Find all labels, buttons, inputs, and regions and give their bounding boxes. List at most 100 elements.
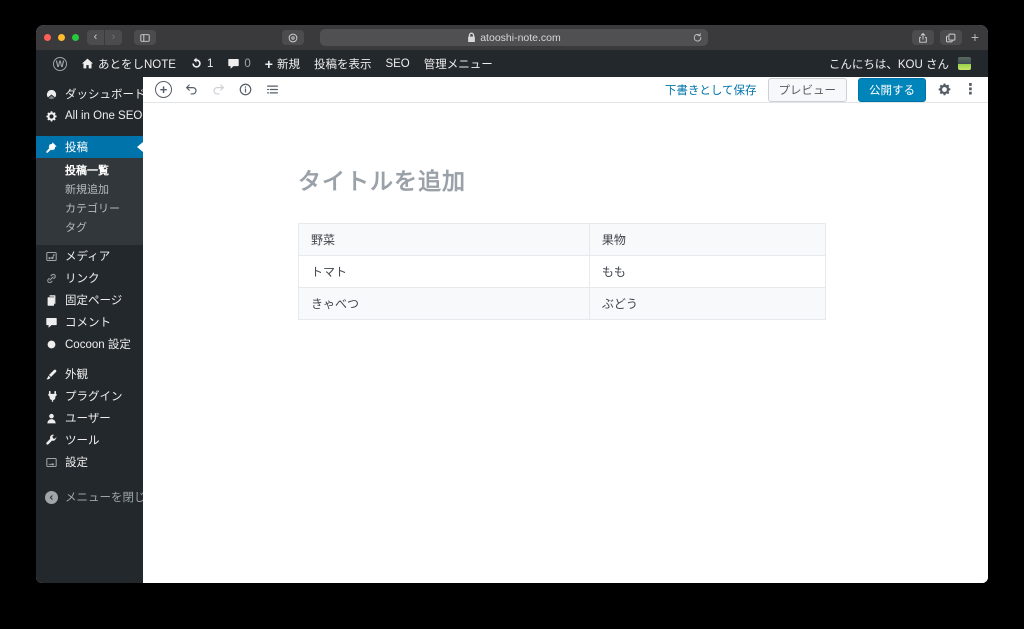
dashboard-icon bbox=[46, 89, 57, 99]
comments-menu[interactable]: 0 bbox=[220, 50, 257, 77]
admin-menu-menu[interactable]: 管理メニュー bbox=[417, 50, 500, 77]
sidebar-label: 投稿 bbox=[65, 142, 88, 154]
submenu-item-tags[interactable]: タグ bbox=[36, 219, 143, 238]
collapse-menu-button[interactable]: メニューを閉じる bbox=[36, 486, 143, 508]
sidebar-item-links[interactable]: リンク bbox=[36, 267, 143, 289]
collapse-menu-label: メニューを閉じる bbox=[65, 492, 143, 504]
reload-button[interactable] bbox=[692, 32, 703, 46]
sidebar-item-media[interactable]: メディア bbox=[36, 245, 143, 267]
sidebar-item-users[interactable]: ユーザー bbox=[36, 407, 143, 429]
seo-label: SEO bbox=[385, 57, 410, 70]
avatar bbox=[958, 57, 971, 70]
updates-count: 1 bbox=[206, 57, 214, 70]
extension-icon bbox=[288, 33, 298, 42]
sidebar-item-posts[interactable]: 投稿 bbox=[36, 136, 143, 158]
forward-icon: › bbox=[111, 31, 116, 43]
plugin-icon bbox=[48, 390, 57, 402]
lock-icon bbox=[468, 32, 476, 42]
table-cell[interactable]: きゃべつ bbox=[298, 287, 590, 320]
close-window-button[interactable] bbox=[44, 34, 51, 41]
sidebar-item-appearance[interactable]: 外観 bbox=[36, 363, 143, 385]
sidebar-item-dashboard[interactable]: ダッシュボード bbox=[36, 83, 143, 105]
reload-icon bbox=[693, 32, 702, 41]
sidebar-item-tools[interactable]: ツール bbox=[36, 429, 143, 451]
preview-button[interactable]: プレビュー bbox=[767, 77, 847, 102]
comment-icon bbox=[46, 317, 57, 328]
browser-toolbar: ‹ › atooshi-note.com + bbox=[36, 25, 988, 50]
paintbrush-icon bbox=[46, 369, 57, 379]
my-account-menu[interactable]: こんにちは、KOU さん bbox=[822, 50, 978, 77]
sidebar-item-all-in-one-seo[interactable]: All in One SEO bbox=[36, 105, 143, 127]
redo-button[interactable] bbox=[211, 82, 226, 97]
settings-icon bbox=[46, 457, 57, 467]
url-text: atooshi-note.com bbox=[480, 31, 561, 44]
sidebar-item-cocoon-settings[interactable]: Cocoon 設定 bbox=[36, 333, 143, 355]
more-options-button[interactable]: ⋮ bbox=[963, 82, 978, 97]
sidebar-label: 設定 bbox=[65, 457, 88, 469]
zoom-window-button[interactable] bbox=[72, 34, 79, 41]
table-header-cell[interactable]: 野菜 bbox=[298, 223, 590, 256]
sidebar-label: プラグイン bbox=[65, 391, 123, 403]
block-navigation-button[interactable] bbox=[265, 82, 280, 97]
editor-gear-icon bbox=[938, 83, 951, 96]
sidebar-item-settings[interactable]: 設定 bbox=[36, 451, 143, 473]
table-block[interactable]: 野菜 果物 トマト もも きゃべつ ぶどう bbox=[298, 223, 827, 320]
share-button[interactable] bbox=[912, 30, 934, 45]
sidebar-item-comments[interactable]: コメント bbox=[36, 311, 143, 333]
table-cell[interactable]: ぶどう bbox=[588, 287, 827, 320]
sidebar-label: ツール bbox=[65, 435, 100, 447]
traffic-lights bbox=[44, 34, 79, 41]
updates-menu[interactable]: 1 bbox=[183, 50, 220, 77]
browser-right-tools: + bbox=[912, 30, 982, 45]
table-row: トマト もも bbox=[298, 255, 827, 288]
table-header-row: 野菜 果物 bbox=[298, 223, 827, 256]
table-cell[interactable]: トマト bbox=[298, 255, 590, 288]
new-label: 新規 bbox=[276, 58, 300, 71]
outline-list-icon bbox=[267, 85, 278, 94]
greeting-text: こんにちは、KOU さん bbox=[828, 58, 949, 71]
save-draft-button[interactable]: 下書きとして保存 bbox=[665, 82, 757, 98]
circle-icon bbox=[47, 340, 56, 348]
publish-button[interactable]: 公開する bbox=[858, 77, 926, 102]
wp-letter: W bbox=[55, 58, 65, 69]
view-post-menu[interactable]: 投稿を表示 bbox=[307, 50, 379, 77]
site-name-menu[interactable]: あとをしNOTE bbox=[74, 50, 183, 77]
post-title-input[interactable]: タイトルを追加 bbox=[298, 162, 826, 196]
submenu-item-categories[interactable]: カテゴリー bbox=[36, 200, 143, 219]
table-cell[interactable]: もも bbox=[588, 255, 827, 288]
editor-canvas[interactable]: タイトルを追加 野菜 果物 トマト もも きゃべつ ぶどう bbox=[143, 103, 988, 583]
table-header-cell[interactable]: 果物 bbox=[588, 223, 827, 256]
editor-header-left: + bbox=[155, 81, 280, 98]
content-structure-button[interactable] bbox=[238, 82, 253, 97]
pushpin-icon bbox=[46, 141, 57, 153]
block-inserter-button[interactable]: + bbox=[155, 81, 172, 98]
posts-submenu: 投稿一覧 新規追加 カテゴリー タグ bbox=[36, 158, 143, 245]
table-row: きゃべつ ぶどう bbox=[298, 287, 827, 320]
new-tab-button[interactable]: + bbox=[968, 30, 982, 45]
wp-logo-menu[interactable]: W bbox=[46, 50, 74, 77]
sidebar-label: メディア bbox=[65, 251, 111, 263]
forward-button[interactable]: › bbox=[105, 30, 122, 45]
site-name: あとをしNOTE bbox=[98, 58, 176, 71]
sidebar-toggle-button[interactable] bbox=[134, 30, 156, 45]
collapse-arrow-icon bbox=[45, 490, 58, 504]
tabs-overview-button[interactable] bbox=[940, 30, 962, 45]
wp-sidebar-menu: ダッシュボード All in One SEO 投稿 投稿一覧 新規追加 カテゴリ… bbox=[36, 77, 143, 583]
undo-button[interactable] bbox=[184, 82, 199, 97]
redo-icon bbox=[213, 84, 224, 95]
settings-sidebar-button[interactable] bbox=[937, 82, 952, 97]
back-button[interactable]: ‹ bbox=[87, 30, 104, 45]
sidebar-item-plugins[interactable]: プラグイン bbox=[36, 385, 143, 407]
address-bar[interactable]: atooshi-note.com bbox=[320, 29, 708, 46]
minimize-window-button[interactable] bbox=[58, 34, 65, 41]
new-content-menu[interactable]: + 新規 bbox=[258, 50, 307, 77]
sidebar-label: リンク bbox=[65, 273, 100, 285]
sidebar-item-pages[interactable]: 固定ページ bbox=[36, 289, 143, 311]
seo-menu[interactable]: SEO bbox=[378, 50, 416, 77]
submenu-item-all-posts[interactable]: 投稿一覧 bbox=[36, 162, 143, 181]
sidebar-label: 外観 bbox=[65, 369, 88, 381]
sidebar-label: All in One SEO bbox=[65, 110, 143, 122]
extension-button[interactable] bbox=[282, 30, 304, 45]
submenu-item-add-new[interactable]: 新規追加 bbox=[36, 181, 143, 200]
gear-icon bbox=[46, 110, 57, 121]
